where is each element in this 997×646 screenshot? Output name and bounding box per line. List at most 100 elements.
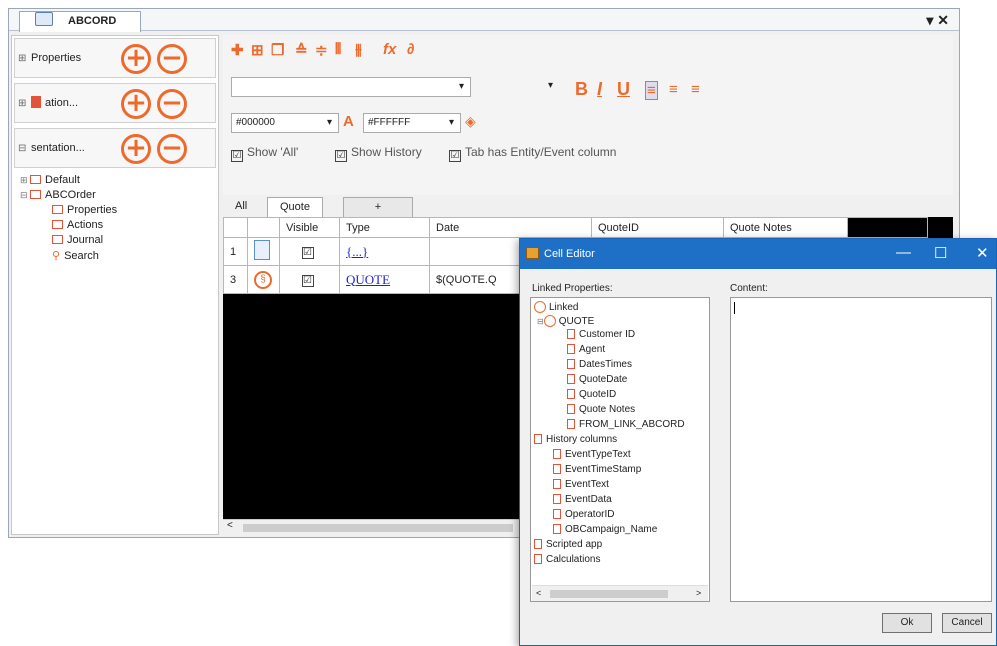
- tab-quote[interactable]: Quote: [267, 197, 323, 217]
- ok-button[interactable]: Ok: [882, 613, 932, 633]
- underline-button[interactable]: U: [617, 79, 630, 100]
- tree-item-agent[interactable]: Agent: [567, 344, 605, 355]
- collapse-icon[interactable]: ⊟: [18, 143, 26, 154]
- tree-item-quote[interactable]: ⊟ QUOTE: [537, 315, 594, 327]
- linked-properties-tree[interactable]: Linked ⊟ QUOTE Customer ID Agent DatesTim…: [530, 297, 710, 602]
- tree-item-eventtypetext[interactable]: EventTypeText: [553, 449, 631, 460]
- font-color-icon[interactable]: A: [343, 113, 354, 130]
- add-row-icon[interactable]: ✚: [231, 41, 244, 59]
- document-close-controls[interactable]: ▾ ✕: [926, 12, 949, 29]
- content-label: Content:: [730, 283, 768, 294]
- tree-item-default[interactable]: ⊞ Default: [20, 174, 80, 186]
- back-color-select[interactable]: #FFFFFF ▾: [363, 113, 461, 133]
- expand-icon[interactable]: ⊞: [18, 98, 26, 109]
- checkbox-icon: ☑: [231, 150, 243, 162]
- document-tabstrip: ABCORD ▾ ✕: [9, 9, 959, 32]
- add-icon[interactable]: +: [121, 89, 151, 119]
- visible-cell[interactable]: ☑: [279, 265, 340, 294]
- tree-horizontal-scrollbar[interactable]: < >: [532, 585, 708, 601]
- tree-item-history-columns[interactable]: History columns: [534, 434, 617, 445]
- scroll-left-icon[interactable]: <: [536, 588, 541, 598]
- tree-item-properties[interactable]: Properties: [52, 204, 117, 216]
- visible-cell[interactable]: ☑: [279, 237, 340, 266]
- font-name-select[interactable]: ▾: [231, 77, 471, 97]
- tree-item-abcorder[interactable]: ⊟ ABCOrder: [20, 189, 96, 201]
- paste-icon[interactable]: ❐: [271, 41, 284, 59]
- expand-icon[interactable]: ⊞: [18, 53, 26, 64]
- fore-color-select[interactable]: #000000 ▾: [231, 113, 339, 133]
- remove-icon[interactable]: −: [157, 44, 187, 74]
- content-textarea[interactable]: [730, 297, 992, 602]
- tab-add[interactable]: +: [343, 197, 413, 217]
- tab-entity-checkbox[interactable]: ☑ Tab has Entity/Event column: [449, 145, 616, 162]
- presentation-row-label: sentation...: [31, 142, 85, 154]
- font-size-select[interactable]: ▾: [479, 77, 559, 97]
- scroll-thumb[interactable]: [243, 524, 513, 532]
- grid-tabs: All Quote +: [223, 197, 953, 217]
- tree-item-obcampaign-name[interactable]: OBCampaign_Name: [553, 524, 657, 535]
- column-header-date[interactable]: Date: [429, 217, 592, 238]
- tree-item-operatorid[interactable]: OperatorID: [553, 509, 614, 520]
- tree-item-from-link[interactable]: FROM_LINK_ABCORD: [567, 419, 685, 430]
- search-icon: ⚲: [52, 250, 61, 262]
- align-right-icon[interactable]: ≡: [691, 81, 700, 98]
- column-header-quoteid[interactable]: QuoteID: [591, 217, 724, 238]
- tree-item-eventdata[interactable]: EventData: [553, 494, 612, 505]
- function-icon[interactable]: fx: [383, 41, 396, 58]
- tree-item-actions[interactable]: Actions: [52, 219, 103, 231]
- linked-properties-label: Linked Properties:: [532, 283, 613, 294]
- tree-item-datestimes[interactable]: DatesTimes: [567, 359, 632, 370]
- field-icon: [567, 359, 575, 369]
- close-button[interactable]: ✕: [976, 244, 989, 262]
- column-header-type[interactable]: Type: [339, 217, 430, 238]
- show-all-checkbox[interactable]: ☑ Show 'All': [231, 145, 298, 162]
- checkbox-icon: ☑: [449, 150, 461, 162]
- column-right-icon[interactable]: ⫵: [355, 41, 362, 58]
- remove-icon[interactable]: −: [157, 89, 187, 119]
- tree-item-quoteid[interactable]: QuoteID: [567, 389, 616, 400]
- tree-item-calculations[interactable]: Calculations: [534, 554, 600, 565]
- maximize-button[interactable]: ☐: [934, 244, 947, 262]
- column-header-quote-notes[interactable]: Quote Notes: [723, 217, 848, 238]
- tree-item-eventtext[interactable]: EventText: [553, 479, 609, 490]
- dialog-title-bar[interactable]: Cell Editor — ☐ ✕: [520, 239, 996, 269]
- scroll-thumb[interactable]: [550, 590, 668, 598]
- remove-icon[interactable]: −: [157, 134, 187, 164]
- actions-icon: [52, 220, 63, 229]
- bold-button[interactable]: B: [575, 79, 588, 100]
- add-icon[interactable]: +: [121, 134, 151, 164]
- fill-color-icon[interactable]: ◈: [465, 113, 476, 130]
- insert-icon[interactable]: ⊞: [251, 41, 264, 59]
- align-top-icon[interactable]: ≙: [295, 41, 308, 59]
- column-header-visible[interactable]: Visible: [279, 217, 340, 238]
- align-middle-icon[interactable]: ≑: [315, 41, 328, 59]
- column-left-icon[interactable]: ⫴: [335, 41, 341, 58]
- tree-item-linked[interactable]: Linked: [534, 301, 578, 313]
- tree-item-customer-id[interactable]: Customer ID: [567, 329, 635, 340]
- type-cell[interactable]: QUOTE: [339, 265, 430, 294]
- link-icon[interactable]: ∂: [407, 41, 414, 58]
- folder-icon: [534, 434, 542, 444]
- presentation-row[interactable]: ⊟ sentation... + −: [14, 128, 216, 168]
- properties-row[interactable]: ⊞ Properties + −: [14, 38, 216, 78]
- tab-all[interactable]: All: [223, 197, 260, 217]
- tree-item-journal[interactable]: Journal: [52, 234, 103, 246]
- scroll-left-icon[interactable]: <: [227, 520, 233, 531]
- add-icon[interactable]: +: [121, 44, 151, 74]
- minimize-button[interactable]: —: [896, 244, 911, 261]
- folder-icon: [30, 190, 42, 199]
- actions-row[interactable]: ⊞ ation... + −: [14, 83, 216, 123]
- italic-button[interactable]: I: [597, 79, 602, 100]
- align-left-icon[interactable]: ≡: [645, 81, 658, 100]
- tree-item-eventtimestamp[interactable]: EventTimeStamp: [553, 464, 641, 475]
- tree-item-search[interactable]: ⚲ Search: [52, 249, 99, 262]
- show-history-checkbox[interactable]: ☑ Show History: [335, 145, 422, 162]
- tree-item-quote-notes[interactable]: Quote Notes: [567, 404, 635, 415]
- horizontal-scrollbar[interactable]: <: [223, 519, 523, 535]
- cancel-button[interactable]: Cancel: [942, 613, 992, 633]
- align-center-icon[interactable]: ≡: [669, 81, 678, 98]
- type-cell[interactable]: {...}: [339, 237, 430, 266]
- tree-item-quotedate[interactable]: QuoteDate: [567, 374, 627, 385]
- tree-item-scripted-app[interactable]: Scripted app: [534, 539, 602, 550]
- scroll-right-icon[interactable]: >: [696, 588, 701, 598]
